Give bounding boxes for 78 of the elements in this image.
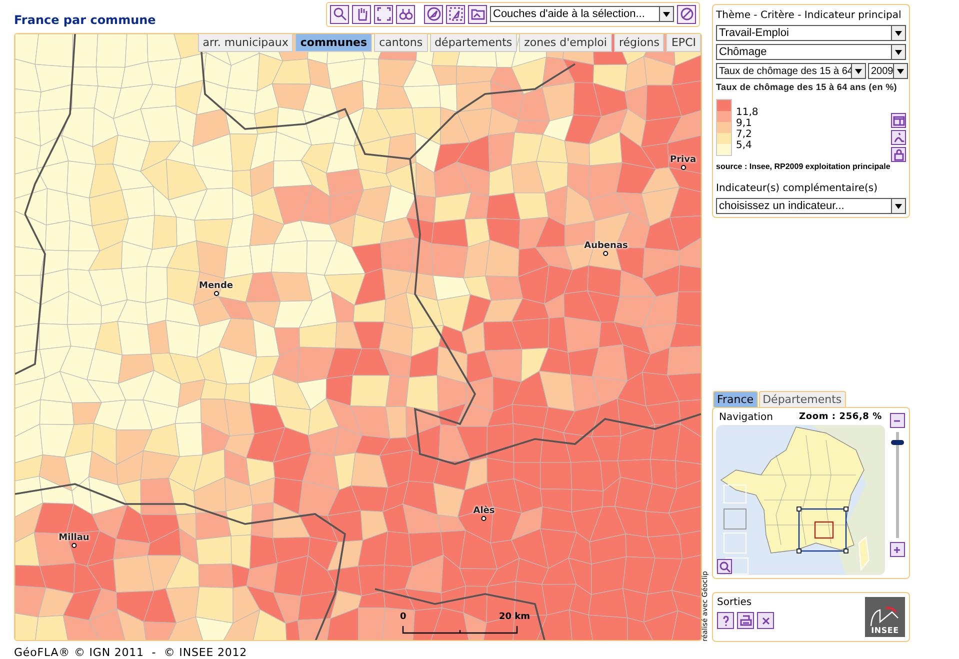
- caret-icon: [895, 204, 902, 208]
- layer-tab[interactable]: départements: [430, 34, 518, 52]
- folder-image-button[interactable]: [468, 4, 487, 24]
- page-title: France par commune: [14, 13, 156, 28]
- cursor-icon: [426, 7, 440, 22]
- clear-button[interactable]: [677, 4, 696, 24]
- city-label: Alès: [473, 506, 495, 516]
- copyright-footer: GéoFLA® © IGN 2011 - © INSEE 2012: [14, 646, 700, 659]
- layers-select[interactable]: Couches d'aide à la sélection...: [490, 6, 674, 22]
- city-dot-icon: [214, 290, 218, 296]
- panel-layout-button[interactable]: [891, 113, 906, 128]
- city-dot-icon: [482, 516, 486, 521]
- city-label: Aubenas: [584, 240, 628, 251]
- binoculars-icon: [398, 7, 412, 22]
- legend-title: Taux de chômage des 15 à 64 ans (en %): [716, 81, 897, 93]
- clear-icon: [680, 7, 694, 22]
- legend-value: 11,8: [736, 107, 758, 118]
- outputs-label: Sorties: [717, 597, 753, 608]
- zoom-out-button[interactable]: [890, 413, 904, 428]
- logo-mark-icon: [870, 606, 900, 626]
- caret-icon: [897, 68, 904, 74]
- source-note: source : Insee, RP2009 exploitation principale: [716, 162, 892, 171]
- navigation-label: Navigation: [719, 412, 773, 423]
- lock-icon: [892, 148, 904, 160]
- panel-layout-icon: [892, 114, 904, 126]
- lock-button[interactable]: [891, 147, 906, 162]
- city-dot-icon: [604, 250, 608, 256]
- caret-icon: [855, 68, 862, 74]
- nav-tab[interactable]: France: [713, 391, 758, 407]
- section-heading: Indicateur(s) complémentaire(s): [716, 183, 879, 194]
- city-label: Millau: [58, 532, 90, 543]
- search-button[interactable]: [717, 559, 732, 574]
- zoom-readout: Zoom : 256,8 %: [799, 412, 882, 423]
- layer-tab[interactable]: zones d'emploi: [519, 34, 612, 52]
- edit-classes-button[interactable]: [891, 130, 906, 145]
- hand-button[interactable]: [352, 4, 371, 24]
- cursor-select-icon: [448, 7, 462, 22]
- year-select[interactable]: 2009: [868, 63, 908, 79]
- layer-tab[interactable]: arr. municipaux: [198, 34, 294, 52]
- city-label: Mende: [199, 280, 233, 291]
- nav-tab[interactable]: Départements: [758, 391, 846, 407]
- layer-tab[interactable]: EPCI: [666, 34, 701, 52]
- city-label: Priva: [670, 154, 696, 165]
- binoculars-button[interactable]: [396, 4, 415, 24]
- caret-icon: [895, 50, 902, 54]
- search-icon: [718, 560, 730, 572]
- layer-tab[interactable]: cantons: [374, 34, 428, 52]
- city-dot-icon: [72, 542, 76, 548]
- logo-text: INSEE: [871, 626, 899, 635]
- help-button[interactable]: [717, 612, 734, 629]
- scale-end-label: 20 km: [498, 612, 530, 622]
- city-dot-icon: [680, 164, 686, 170]
- criterion-select[interactable]: Chômage: [716, 44, 906, 60]
- print-button[interactable]: [737, 612, 754, 629]
- caret-icon: [663, 12, 670, 17]
- caret-icon: [895, 30, 902, 36]
- search-icon: [332, 7, 346, 22]
- cursor-button[interactable]: [424, 4, 443, 24]
- layer-tab[interactable]: communes: [295, 34, 372, 52]
- zoom-in-button[interactable]: [890, 542, 904, 557]
- print-icon: [740, 614, 752, 626]
- close-icon: [760, 614, 772, 626]
- full-extent-button[interactable]: [374, 4, 393, 24]
- cursor-select-button[interactable]: [446, 4, 465, 24]
- scale-start-label: 0: [400, 612, 406, 622]
- section-heading: Thème - Critère - Indicateur principal: [716, 10, 902, 21]
- layer-tab[interactable]: régions: [614, 34, 664, 52]
- legend-value: 9,1: [736, 118, 753, 129]
- folder-image-icon: [470, 7, 484, 22]
- complementary-select[interactable]: choisissez un indicateur...: [716, 198, 906, 214]
- legend-value: 5,4: [736, 140, 753, 151]
- edit-classes-icon: [892, 132, 904, 144]
- close-button[interactable]: [757, 612, 774, 629]
- slider-thumb[interactable]: [890, 440, 904, 446]
- legend-value: 7,2: [736, 129, 753, 140]
- full-extent-icon: [376, 7, 390, 22]
- search-button[interactable]: [330, 4, 349, 24]
- theme-select[interactable]: Travail-Emploi: [716, 25, 906, 41]
